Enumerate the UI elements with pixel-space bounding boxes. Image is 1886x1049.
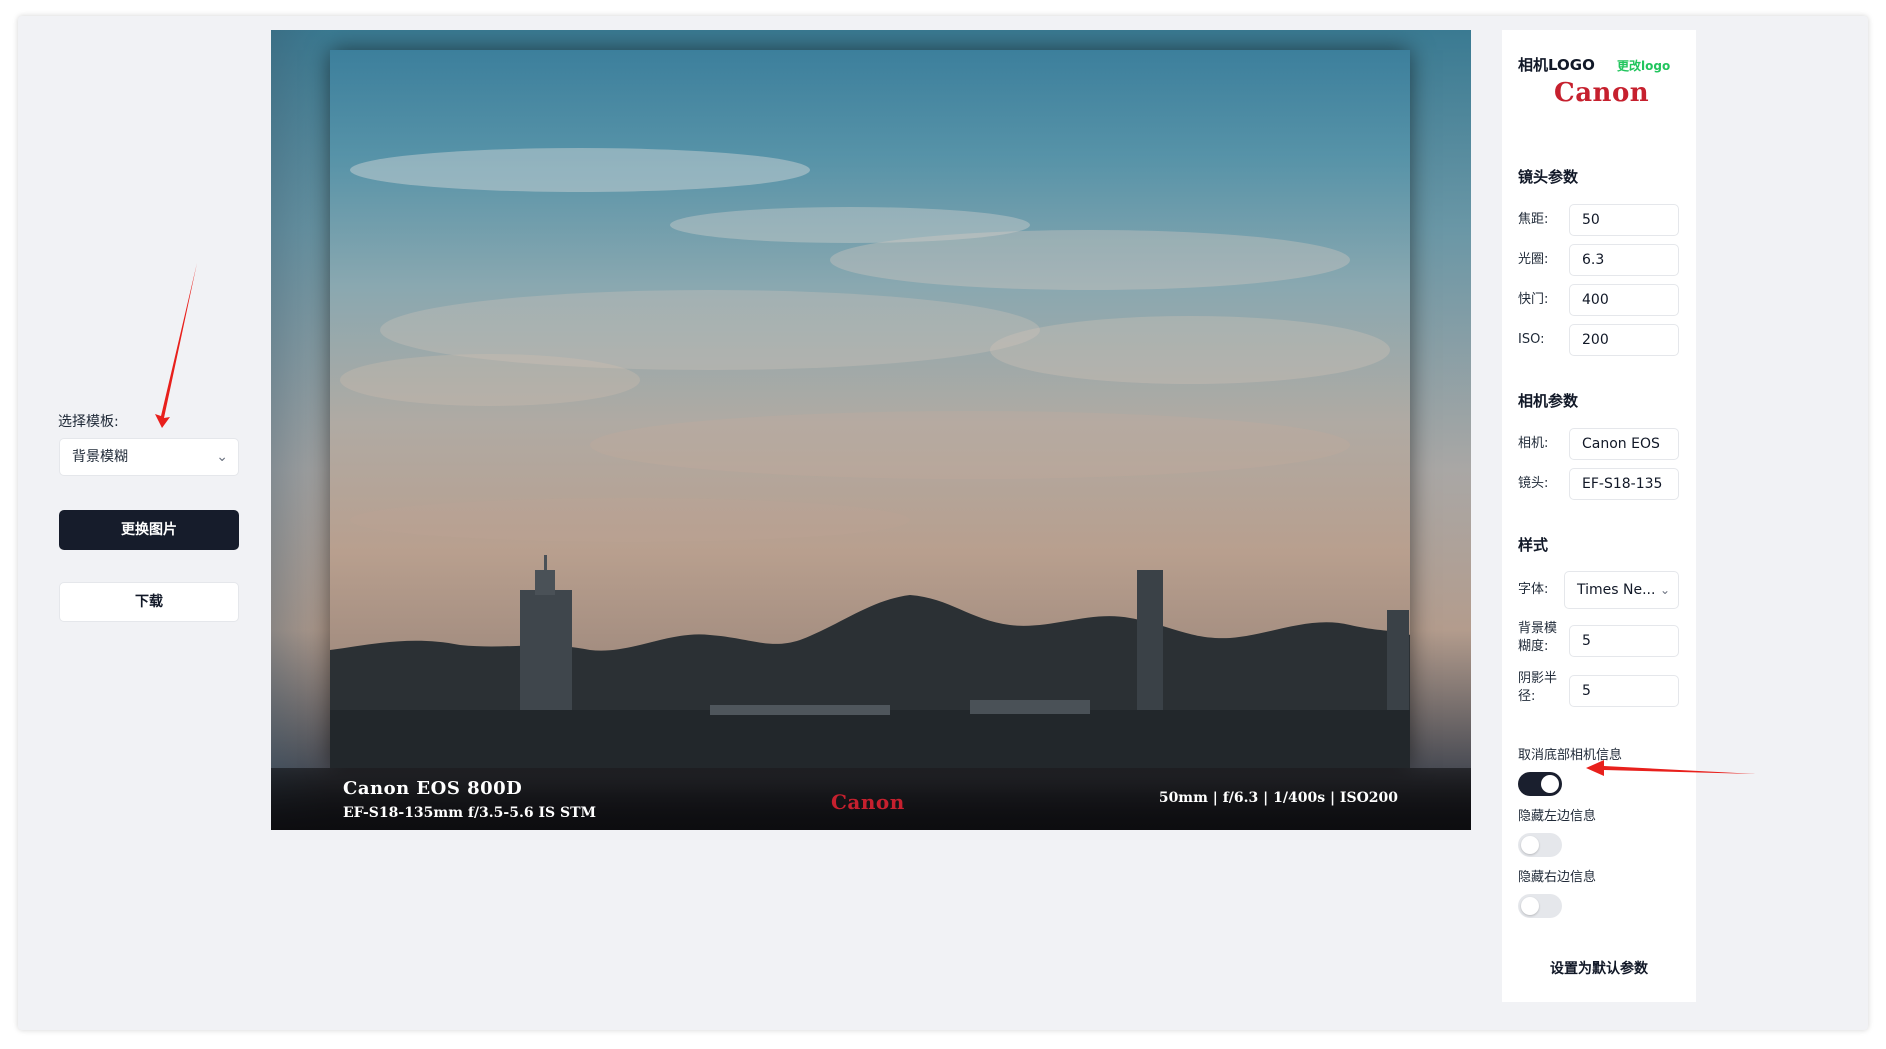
bottom-info-toggle-label: 取消底部相机信息 [1518,748,1623,763]
download-button[interactable]: 下载 [59,582,239,622]
photo-image [330,50,1410,768]
bottom-info-toggle[interactable] [1518,772,1562,796]
chevron-down-icon: ⌄ [216,449,228,465]
sky-skyline-illustration [330,148,1410,768]
lens-input[interactable]: EF-S18-135 [1569,468,1679,500]
exif-text: 50mm | f/6.3 | 1/400s | ISO200 [1158,790,1398,806]
left-info-toggle[interactable] [1518,833,1562,857]
iso-label: ISO: [1518,332,1545,347]
shutter-label: 快门: [1518,292,1549,307]
camera-input[interactable]: Canon EOS [1569,428,1679,460]
focal-input[interactable]: 50 [1569,204,1679,236]
blur-label-line-2: 糊度: [1518,639,1549,654]
font-select[interactable]: Times Ne... ⌄ [1564,571,1679,609]
aperture-input[interactable]: 6.3 [1569,244,1679,276]
left-info-toggle-label: 隐藏左边信息 [1518,809,1597,824]
shadow-label: 阴影半 径: [1518,670,1557,706]
blur-label-line-1: 背景模 [1518,621,1558,636]
camera-model-text: Canon EOS 800D [343,778,523,799]
aperture-label: 光圈: [1518,252,1549,267]
shadow-label-line-1: 阴影半 [1518,671,1558,686]
blur-input[interactable]: 5 [1569,625,1679,657]
canon-logo: Canon [831,790,905,814]
shadow-input[interactable]: 5 [1569,675,1679,707]
focal-label: 焦距: [1518,212,1549,227]
template-select-value: 背景模糊 [72,449,128,465]
blurred-background [271,30,331,830]
right-info-toggle-label: 隐藏右边信息 [1518,870,1597,885]
settings-panel: 相机LOGO 更改logo Canon 镜头参数 焦距: 50 光圈: 6.3 … [1502,30,1696,1002]
shadow-label-line-2: 径: [1518,689,1536,704]
camera-section-title: 相机参数 [1518,392,1579,410]
camera-label: 相机: [1518,436,1549,451]
template-select[interactable]: 背景模糊 ⌄ [59,438,239,476]
set-default-button[interactable]: 设置为默认参数 [1502,958,1696,978]
replace-image-button[interactable]: 更换图片 [59,510,239,550]
shutter-input[interactable]: 400 [1569,284,1679,316]
style-section-title: 样式 [1518,536,1549,554]
canon-logo: Canon [1554,78,1650,108]
camera-info-bar: Canon EOS 800D EF-S18-135mm f/3.5-5.6 IS… [271,768,1471,830]
lens-section-title: 镜头参数 [1518,168,1579,186]
photo-preview: Canon EOS 800D EF-S18-135mm f/3.5-5.6 IS… [271,30,1471,830]
info-left: Canon EOS 800D EF-S18-135mm f/3.5-5.6 IS… [343,778,596,821]
font-select-value: Times Ne... [1577,582,1656,598]
lens-model-text: EF-S18-135mm f/3.5-5.6 IS STM [343,805,597,821]
template-label: 选择模板: [58,414,119,430]
change-logo-link[interactable]: 更改logo [1617,57,1670,74]
blur-label: 背景模 糊度: [1518,620,1557,656]
app-window: 选择模板: 背景模糊 ⌄ 更换图片 下载 Canon EOS 800D EF-S… [18,16,1868,1030]
font-label: 字体: [1518,582,1549,597]
lens-label: 镜头: [1518,476,1549,491]
toggle-knob [1521,836,1539,854]
iso-input[interactable]: 200 [1569,324,1679,356]
right-info-toggle[interactable] [1518,894,1562,918]
toggle-knob [1541,775,1559,793]
toggle-knob [1521,897,1539,915]
logo-section-title: 相机LOGO [1518,56,1595,74]
chevron-down-icon: ⌄ [1659,583,1670,597]
